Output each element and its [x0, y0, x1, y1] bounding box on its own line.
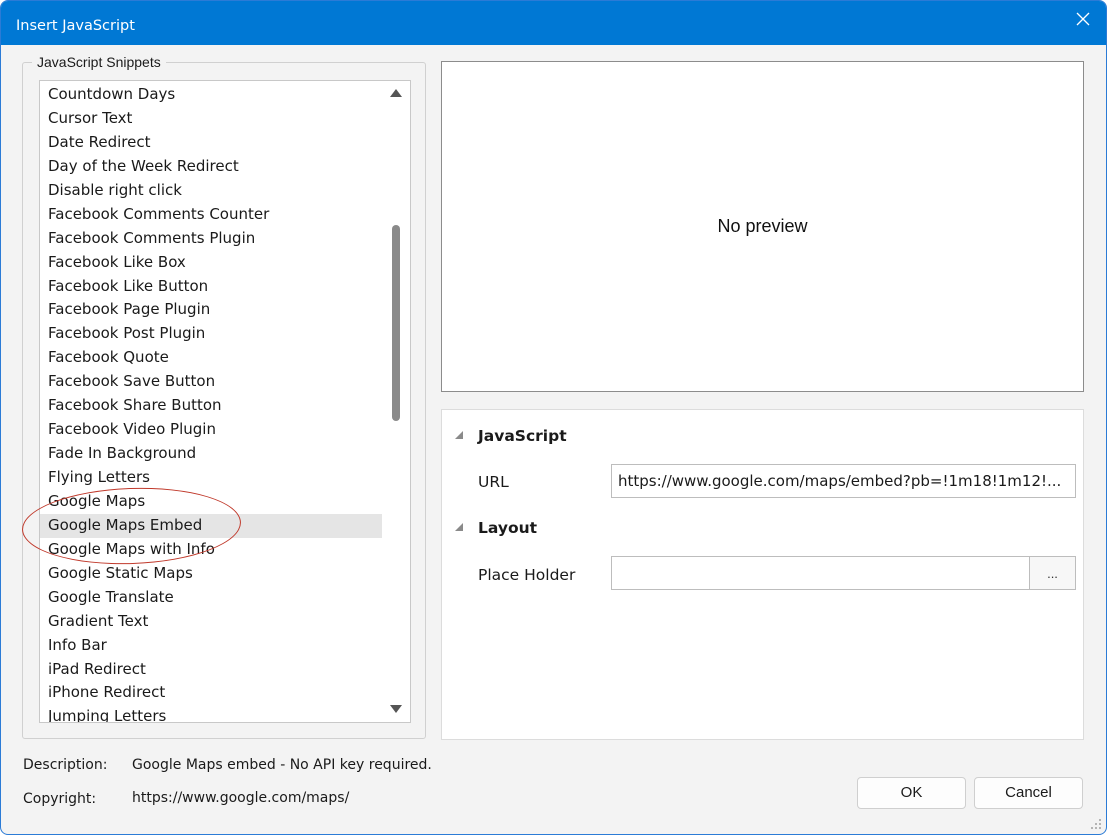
url-field[interactable]: https://www.google.com/maps/embed?pb=!1m…: [611, 464, 1076, 498]
place-holder-label: Place Holder: [478, 566, 576, 584]
dialog-title: Insert JavaScript: [16, 18, 135, 34]
snippet-list-item[interactable]: Disable right click: [40, 179, 382, 203]
snippet-list-item[interactable]: Facebook Video Plugin: [40, 418, 382, 442]
vertical-scrollbar[interactable]: [382, 81, 410, 722]
snippets-group-label: JavaScript Snippets: [32, 53, 166, 71]
close-button[interactable]: [1060, 1, 1106, 37]
close-icon: [1076, 12, 1090, 26]
scroll-thumb[interactable]: [392, 225, 400, 421]
category-layout-label: Layout: [478, 519, 538, 537]
snippet-list-item[interactable]: iPad Redirect: [40, 658, 382, 682]
snippet-list-item[interactable]: Google Static Maps: [40, 562, 382, 586]
collapse-triangle-icon[interactable]: [454, 430, 464, 440]
snippet-list-item[interactable]: Countdown Days: [40, 83, 382, 107]
description-label: Description:: [23, 757, 108, 773]
copyright-label: Copyright:: [23, 791, 97, 807]
collapse-triangle-icon[interactable]: [454, 522, 464, 532]
preview-placeholder-text: No preview: [717, 216, 808, 236]
snippets-list-items: Countdown Days Cursor Text Date Redirect Da…: [40, 83, 382, 722]
description-value: Google Maps embed - No API key required.: [132, 757, 432, 773]
snippet-list-item[interactable]: Facebook Comments Counter: [40, 203, 382, 227]
snippets-list[interactable]: Countdown Days Cursor Text Date Redirect Da…: [39, 80, 411, 723]
snippet-list-item[interactable]: Google Maps: [40, 490, 382, 514]
snippet-list-item[interactable]: Facebook Like Button: [40, 275, 382, 299]
title-bar[interactable]: Insert JavaScript: [1, 1, 1106, 45]
scroll-down-arrow-icon: [390, 705, 402, 713]
snippet-list-item[interactable]: Jumping Letters: [40, 705, 382, 722]
snippet-list-item[interactable]: Fade In Background: [40, 442, 382, 466]
category-javascript-label: JavaScript: [478, 427, 567, 445]
preview-pane: No preview: [441, 61, 1084, 392]
snippet-list-item[interactable]: Cursor Text: [40, 107, 382, 131]
snippet-list-item[interactable]: Facebook Post Plugin: [40, 322, 382, 346]
place-holder-browse-button[interactable]: ...: [1029, 556, 1076, 590]
insert-javascript-dialog: Insert JavaScript JavaScript Snippets Co…: [0, 0, 1107, 835]
snippet-list-item[interactable]: Facebook Page Plugin: [40, 298, 382, 322]
snippet-list-item[interactable]: Info Bar: [40, 634, 382, 658]
snippet-list-item[interactable]: Google Maps with Info: [40, 538, 382, 562]
snippet-list-item[interactable]: Google Translate: [40, 586, 382, 610]
snippet-list-item[interactable]: iPhone Redirect: [40, 681, 382, 705]
scroll-up-arrow-icon: [390, 89, 402, 97]
resize-grip-icon[interactable]: [1090, 818, 1102, 830]
url-label: URL: [478, 473, 509, 491]
scroll-up-button[interactable]: [389, 86, 403, 100]
category-javascript[interactable]: JavaScript: [442, 424, 1083, 448]
place-holder-field[interactable]: [611, 556, 1030, 590]
snippet-list-item[interactable]: Day of the Week Redirect: [40, 155, 382, 179]
snippet-list-item[interactable]: Facebook Comments Plugin: [40, 227, 382, 251]
snippet-list-item[interactable]: Google Maps Embed: [40, 513, 382, 538]
snippet-list-item[interactable]: Facebook Quote: [40, 346, 382, 370]
snippet-list-item[interactable]: Facebook Save Button: [40, 370, 382, 394]
snippet-list-item[interactable]: Facebook Share Button: [40, 394, 382, 418]
ok-button[interactable]: OK: [857, 777, 966, 809]
cancel-button[interactable]: Cancel: [974, 777, 1083, 809]
category-layout[interactable]: Layout: [442, 516, 1083, 540]
snippet-list-item[interactable]: Flying Letters: [40, 466, 382, 490]
snippet-list-item[interactable]: Gradient Text: [40, 610, 382, 634]
copyright-value: https://www.google.com/maps/: [132, 790, 350, 806]
scroll-down-button[interactable]: [389, 702, 403, 716]
snippet-list-item[interactable]: Facebook Like Box: [40, 251, 382, 275]
properties-grid: JavaScript URL https://www.google.com/ma…: [441, 409, 1084, 740]
snippet-list-item[interactable]: Date Redirect: [40, 131, 382, 155]
